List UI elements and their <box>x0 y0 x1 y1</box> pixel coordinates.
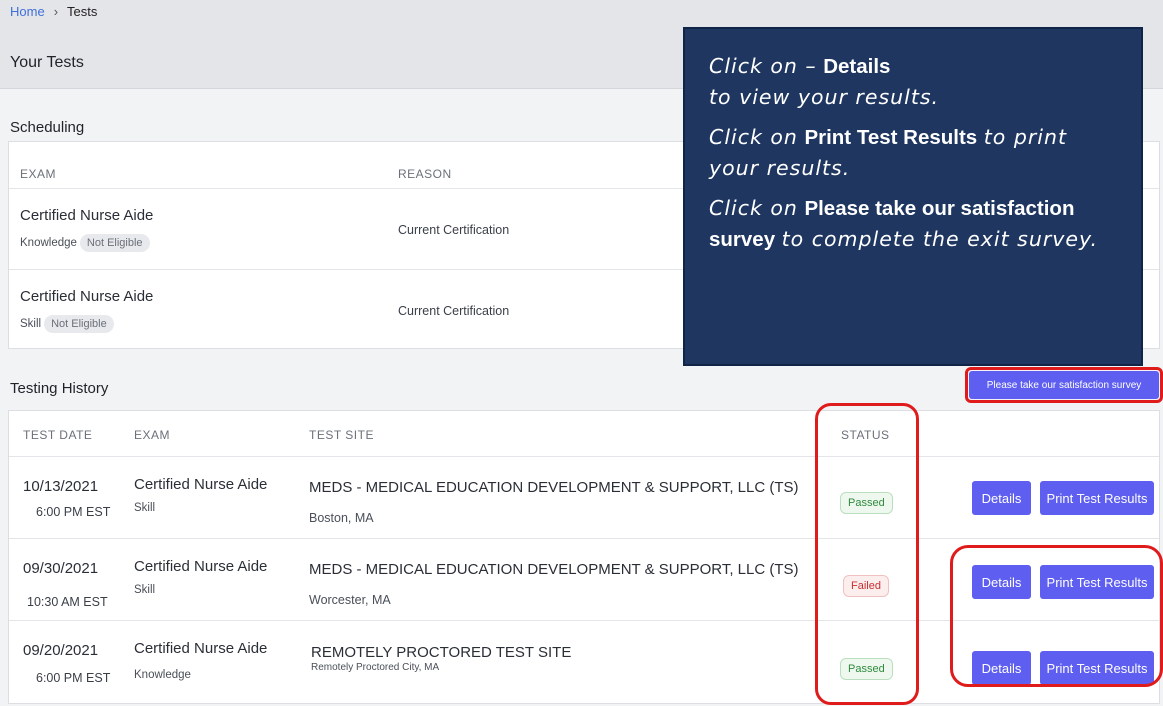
column-header-reason: REASON <box>398 167 452 181</box>
test-site-name: REMOTELY PROCTORED TEST SITE <box>311 644 572 661</box>
exam-type-label: Knowledge <box>20 237 77 249</box>
annotation-outline-survey <box>965 367 1163 403</box>
exam-type: Knowledge Not Eligible <box>20 234 150 252</box>
eligibility-badge: Not Eligible <box>44 315 114 333</box>
annotation-outline-buttons <box>950 545 1163 687</box>
exam-name: Certified Nurse Aide <box>134 558 268 575</box>
test-date: 09/20/2021 <box>23 642 99 659</box>
breadcrumb: Home › Tests <box>10 4 97 19</box>
exam-type: Skill <box>134 502 156 514</box>
callout-text: Click on <box>709 196 798 220</box>
eligibility-badge: Not Eligible <box>79 234 150 252</box>
breadcrumb-separator: › <box>53 4 59 19</box>
test-date: 09/30/2021 <box>23 560 99 577</box>
exam-type: Skill <box>134 584 156 596</box>
exam-type: Skill Not Eligible <box>20 315 114 333</box>
exam-name: Certified Nurse Aide <box>134 640 268 657</box>
test-site-location: Worcester, MA <box>309 593 391 607</box>
app-frame: Home › Tests Your Tests Scheduling EXAM RE… <box>0 0 1163 706</box>
breadcrumb-home-link[interactable]: Home <box>10 4 45 19</box>
callout-text: Click on <box>709 125 798 149</box>
test-time: 6:00 PM EST <box>36 505 111 519</box>
column-header-exam: EXAM <box>134 428 171 442</box>
page-title: Your Tests <box>10 54 84 71</box>
callout-line-survey: Click on Please take our satisfaction su… <box>709 193 1119 255</box>
exam-name: Certified Nurse Aide <box>20 288 154 305</box>
test-site-location: Remotely Proctored City, MA <box>311 662 440 673</box>
test-time: 6:00 PM EST <box>36 671 111 685</box>
test-date: 10/13/2021 <box>23 478 99 495</box>
table-row: 10/13/2021 6:00 PM EST Certified Nurse A… <box>9 456 1159 538</box>
callout-text: to view your results. <box>709 85 940 109</box>
callout-text: to complete the exit survey. <box>781 227 1099 251</box>
callout-text: Click on – <box>709 54 817 78</box>
print-test-results-button[interactable]: Print Test Results <box>1040 481 1154 515</box>
column-header-exam: EXAM <box>20 167 57 181</box>
details-button[interactable]: Details <box>972 481 1031 515</box>
exam-name: Certified Nurse Aide <box>134 476 268 493</box>
exam-type: Knowledge <box>134 669 191 681</box>
instruction-callout: Click on – Details to view your results.… <box>683 27 1143 366</box>
callout-line-details: Click on – Details to view your results. <box>709 51 1119 112</box>
callout-emphasis: Print Test Results <box>804 126 978 149</box>
test-site-location: Boston, MA <box>309 511 374 525</box>
reason-text: Current Certification <box>398 304 510 318</box>
history-section-title: Testing History <box>10 380 109 397</box>
exam-name: Certified Nurse Aide <box>20 207 154 224</box>
breadcrumb-current: Tests <box>67 4 98 19</box>
column-header-test-site: TEST SITE <box>309 428 374 442</box>
exam-type-label: Skill <box>20 318 42 330</box>
test-site-name: MEDS - MEDICAL EDUCATION DEVELOPMENT & S… <box>309 479 799 496</box>
scheduling-section-title: Scheduling <box>10 119 85 136</box>
test-time: 10:30 AM EST <box>27 595 108 609</box>
test-site-name: MEDS - MEDICAL EDUCATION DEVELOPMENT & S… <box>309 561 799 578</box>
column-header-test-date: TEST DATE <box>23 428 93 442</box>
reason-text: Current Certification <box>398 223 510 237</box>
annotation-outline-status <box>815 403 919 705</box>
callout-line-print: Click on Print Test Results to print you… <box>709 122 1119 183</box>
callout-emphasis: Details <box>823 55 891 78</box>
